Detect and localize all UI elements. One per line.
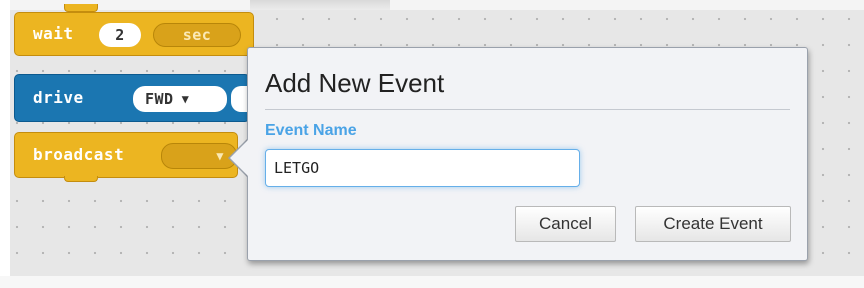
broadcast-event-dropdown[interactable]: ▼	[161, 143, 237, 169]
chevron-down-icon: ▼	[181, 92, 190, 106]
workspace-bottom-edge	[0, 276, 864, 288]
block-bottom-notch	[64, 176, 98, 182]
drive-block[interactable]: drive FWD ▼	[14, 74, 251, 122]
broadcast-block[interactable]: broadcast ▼	[14, 132, 238, 178]
wait-duration-input[interactable]: 2	[99, 23, 141, 47]
add-event-dialog: Add New Event Event Name Cancel Create E…	[247, 47, 808, 261]
wait-block[interactable]: wait 2 sec	[14, 12, 254, 56]
block-connector-notch	[64, 4, 98, 12]
drive-block-keyword: drive	[33, 88, 84, 107]
dialog-divider	[265, 109, 790, 110]
wait-unit-field[interactable]: sec	[153, 23, 241, 47]
workspace-top-shadow	[250, 0, 390, 10]
block-workspace[interactable]: wait 2 sec drive FWD ▼ broadcast ▼ Add N…	[0, 0, 864, 288]
event-name-label: Event Name	[265, 122, 357, 139]
create-event-button[interactable]: Create Event	[635, 206, 791, 242]
broadcast-block-keyword: broadcast	[33, 145, 125, 164]
drive-direction-value: FWD	[145, 90, 174, 108]
cancel-button[interactable]: Cancel	[515, 206, 616, 242]
dialog-pointer-fill	[230, 139, 249, 177]
workspace-left-edge	[0, 0, 10, 288]
workspace-top-edge	[0, 0, 864, 10]
dialog-title: Add New Event	[265, 68, 445, 98]
chevron-down-icon: ▼	[216, 149, 224, 163]
wait-block-keyword: wait	[33, 24, 74, 43]
drive-direction-dropdown[interactable]: FWD ▼	[133, 86, 227, 112]
event-name-input[interactable]	[265, 149, 580, 187]
